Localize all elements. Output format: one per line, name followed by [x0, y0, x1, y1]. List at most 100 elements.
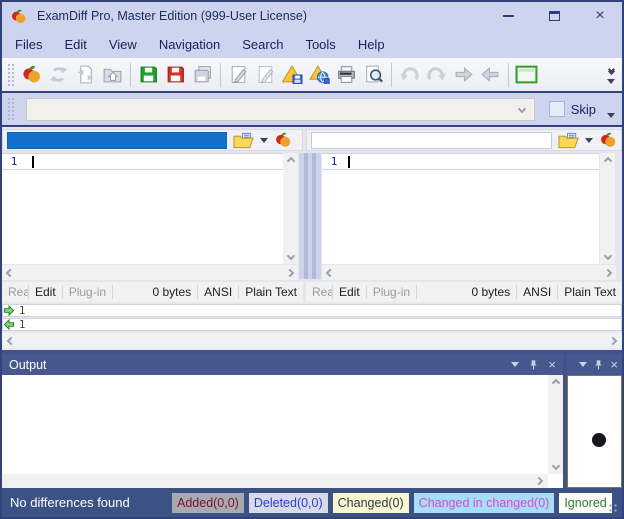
minimize-icon: [503, 15, 514, 17]
left-folder-dropdown-icon[interactable]: [260, 138, 268, 143]
window-resize-grip[interactable]: [608, 503, 618, 513]
edit-left-button[interactable]: [225, 61, 252, 89]
open-files-icon: [102, 64, 123, 85]
scroll-left-icon[interactable]: [326, 268, 334, 276]
redo-button[interactable]: [423, 61, 450, 89]
scroll-right-icon[interactable]: [286, 268, 294, 276]
output-menu-dropdown-icon[interactable]: [511, 362, 519, 367]
overview-close-icon[interactable]: ×: [610, 358, 618, 371]
output-panel-body: [2, 375, 563, 488]
swap-panes-button[interactable]: [72, 61, 99, 89]
options-overflow-icon[interactable]: [607, 113, 615, 118]
copy-left-green-arrow-icon[interactable]: [3, 319, 15, 330]
right-open-folder-icon[interactable]: [558, 132, 579, 149]
pane-splitter[interactable]: [299, 153, 321, 279]
app-window: ExamDiff Pro, Master Edition (999-User L…: [0, 0, 624, 519]
scroll-up-icon[interactable]: [603, 157, 611, 165]
save-right-button[interactable]: [162, 61, 189, 89]
window-title: ExamDiff Pro, Master Edition (999-User L…: [37, 9, 307, 23]
left-plugin-toggle[interactable]: Plug-in: [63, 285, 113, 299]
menu-edit[interactable]: Edit: [53, 33, 97, 56]
save-left-button[interactable]: [135, 61, 162, 89]
left-open-folder-icon[interactable]: [233, 132, 254, 149]
right-folder-dropdown-icon[interactable]: [585, 138, 593, 143]
scroll-left-icon[interactable]: [6, 268, 14, 276]
output-panel-header: Output ×: [2, 354, 563, 375]
toolbar-drag-handle[interactable]: [7, 63, 14, 87]
right-compare-fruit-icon[interactable]: [599, 131, 617, 149]
output-hscrollbar[interactable]: [2, 474, 548, 488]
menu-help[interactable]: Help: [347, 33, 396, 56]
right-plugin-toggle[interactable]: Plug-in: [367, 285, 417, 299]
scroll-right-icon[interactable]: [535, 477, 543, 485]
merge-bar-hscrollbar[interactable]: [2, 333, 622, 348]
open-files-button[interactable]: [99, 61, 126, 89]
print-preview-button[interactable]: [360, 61, 387, 89]
merge-row-line-number: 1: [19, 305, 25, 317]
left-line-number: 1: [2, 155, 26, 168]
refresh-button[interactable]: [45, 61, 72, 89]
diff-panes-area: 1 1: [0, 127, 624, 302]
scroll-left-icon[interactable]: [7, 336, 15, 344]
right-line-number: 1: [322, 155, 346, 168]
refresh-icon: [48, 64, 69, 85]
overview-map-body[interactable]: [567, 375, 622, 488]
edit-right-button[interactable]: [252, 61, 279, 89]
right-editor[interactable]: 1: [322, 153, 599, 264]
save-all-button[interactable]: [189, 61, 216, 89]
left-edit-toggle[interactable]: Edit: [29, 285, 63, 299]
left-readonly-toggle[interactable]: Read: [2, 285, 29, 299]
menu-view[interactable]: View: [98, 33, 148, 56]
options-bar-drag-handle[interactable]: [7, 97, 14, 121]
scroll-right-icon[interactable]: [609, 336, 617, 344]
skip-checkbox[interactable]: [549, 101, 565, 117]
scroll-down-icon[interactable]: [286, 252, 294, 260]
right-editor-vscrollbar[interactable]: [600, 153, 615, 264]
compare-button[interactable]: [18, 61, 45, 89]
scroll-right-icon[interactable]: [604, 268, 612, 276]
minimize-button[interactable]: [500, 8, 516, 24]
menu-navigation[interactable]: Navigation: [148, 33, 231, 56]
output-pin-icon[interactable]: [528, 359, 539, 371]
left-compare-fruit-icon[interactable]: [274, 131, 292, 149]
app-fruit-icon[interactable]: [10, 8, 27, 25]
print-button[interactable]: [333, 61, 360, 89]
undo-button[interactable]: [396, 61, 423, 89]
status-bar: No differences found Added(0,0) Deleted(…: [2, 488, 622, 517]
right-path-combobox[interactable]: [311, 132, 552, 149]
overview-window-button[interactable]: [513, 61, 540, 89]
save-right-red-floppy-icon: [165, 64, 186, 85]
copy-right-green-arrow-icon[interactable]: [3, 305, 15, 316]
scroll-down-icon[interactable]: [603, 252, 611, 260]
menu-search[interactable]: Search: [231, 33, 294, 56]
scroll-up-icon[interactable]: [286, 157, 294, 165]
next-difference-icon: [453, 64, 474, 85]
right-editor-hscrollbar[interactable]: [322, 265, 616, 280]
right-edit-toggle[interactable]: Edit: [333, 285, 367, 299]
scroll-down-icon[interactable]: [551, 462, 559, 470]
right-encoding-status: ANSI: [517, 285, 558, 299]
overview-pin-icon[interactable]: [593, 359, 604, 371]
left-editor-hscrollbar[interactable]: [2, 265, 298, 280]
toolbar-overflow-button[interactable]: [607, 65, 619, 84]
maximize-button[interactable]: [546, 8, 562, 24]
menu-files[interactable]: Files: [4, 33, 53, 56]
next-difference-button[interactable]: [450, 61, 477, 89]
left-editor-vscrollbar[interactable]: [283, 153, 298, 264]
previous-difference-button[interactable]: [477, 61, 504, 89]
left-editor[interactable]: 1: [2, 153, 283, 264]
save-differences-web-button[interactable]: [306, 61, 333, 89]
output-panel: Output ×: [2, 354, 563, 488]
output-vscrollbar[interactable]: [548, 375, 563, 474]
output-close-icon[interactable]: ×: [548, 358, 556, 371]
overview-menu-dropdown-icon[interactable]: [579, 362, 587, 367]
menu-tools[interactable]: Tools: [294, 33, 346, 56]
left-path-combobox[interactable]: [7, 132, 227, 149]
right-readonly-toggle[interactable]: Read: [306, 285, 333, 299]
right-size-status: 0 bytes: [465, 285, 517, 299]
options-combobox[interactable]: [26, 98, 535, 121]
close-button[interactable]: ×: [592, 8, 608, 24]
overview-panel-header: ×: [567, 354, 622, 375]
save-differences-button[interactable]: [279, 61, 306, 89]
scroll-up-icon[interactable]: [551, 379, 559, 387]
